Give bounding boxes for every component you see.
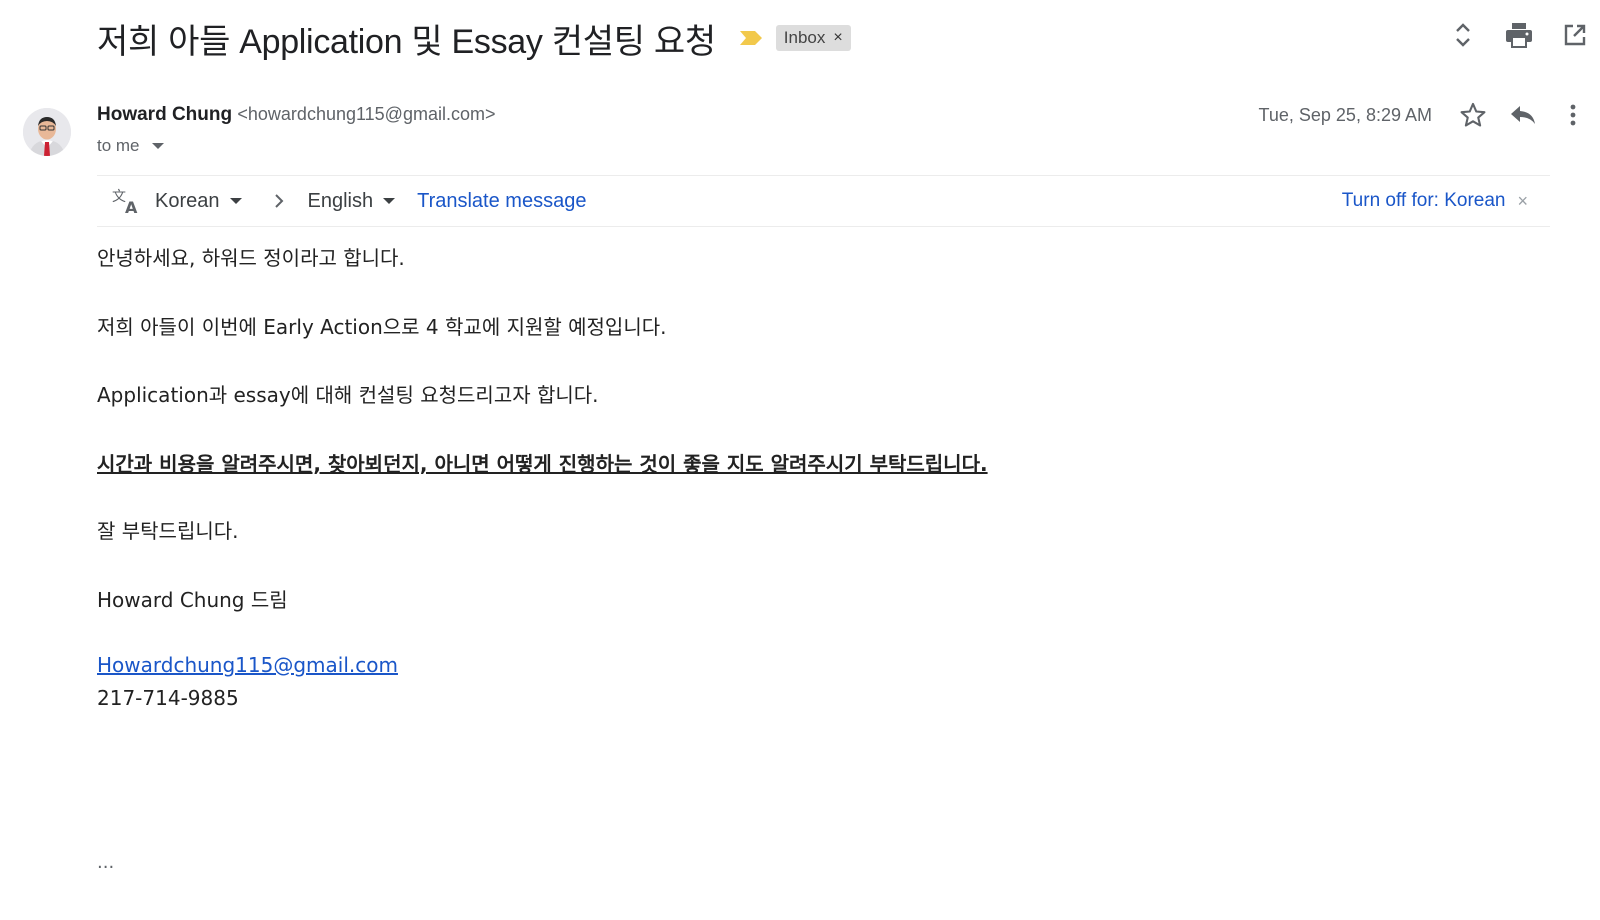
- target-language-caret-icon: [383, 198, 396, 204]
- email-subject: 저희 아들 Application 및 Essay 컨설팅 요청: [97, 22, 716, 61]
- sender-name[interactable]: Howard Chung: [97, 104, 232, 125]
- svg-text:文: 文: [112, 189, 126, 205]
- star-icon[interactable]: [1456, 98, 1490, 132]
- target-language-select[interactable]: English: [308, 190, 396, 213]
- remove-label-button[interactable]: ×: [833, 29, 842, 47]
- expand-collapse-icon[interactable]: [1446, 18, 1480, 52]
- turn-off-link[interactable]: Turn off for: Korean: [1342, 190, 1506, 212]
- body-line-request: Application과 essay에 대해 컨설팅 요청드리고자 합니다.: [97, 383, 599, 407]
- top-toolbar: [1446, 18, 1592, 52]
- body-line-intro: 저희 아들이 이번에 Early Action으로 4 학교에 지원할 예정입니…: [97, 315, 667, 339]
- target-language-label: English: [307, 189, 374, 212]
- reply-icon[interactable]: [1506, 98, 1540, 132]
- translate-bar: 文 A Korean English Translate message Tur…: [97, 175, 1550, 227]
- subject-row: 저희 아들 Application 및 Essay 컨설팅 요청 Inbox ×: [97, 14, 851, 62]
- more-vert-icon[interactable]: [1556, 98, 1590, 132]
- signature-phone: 217-714-9885: [97, 686, 239, 710]
- translate-message-link[interactable]: Translate message: [417, 190, 586, 213]
- print-icon[interactable]: [1502, 18, 1536, 52]
- chevron-right-icon: [272, 192, 286, 210]
- signature-email-link[interactable]: Howardchung115@gmail.com: [97, 653, 398, 677]
- body-line-greeting: 안녕하세요, 하워드 정이라고 합니다.: [97, 246, 405, 270]
- chevron-down-icon[interactable]: [151, 143, 164, 149]
- importance-marker-icon[interactable]: [738, 29, 764, 47]
- recipient-text: to me: [97, 136, 140, 155]
- sender-email: <howardchung115@gmail.com>: [237, 104, 496, 124]
- turn-off-translation: Turn off for: Korean ×: [1342, 176, 1528, 226]
- message-actions: Tue, Sep 25, 8:29 AM: [1259, 98, 1590, 132]
- body-signature: Howard Chung 드림: [97, 588, 288, 612]
- recipient-line[interactable]: to me: [97, 136, 164, 156]
- source-language-caret-icon: [229, 198, 242, 204]
- sender-line: Howard Chung <howardchung115@gmail.com>: [97, 104, 495, 126]
- translate-icon: 文 A: [109, 184, 143, 218]
- close-translate-bar-button[interactable]: ×: [1517, 191, 1528, 212]
- message-date: Tue, Sep 25, 8:29 AM: [1258, 104, 1432, 125]
- inbox-label-text: Inbox: [783, 28, 826, 47]
- body-line-emphasis: 시간과 비용을 알려주시면, 찾아뵈던지, 아니면 어떻게 진행하는 것이 좋을…: [97, 452, 988, 476]
- inbox-label-chip: Inbox ×: [775, 25, 851, 51]
- source-language-select[interactable]: Korean: [155, 190, 242, 213]
- show-trimmed-content-button[interactable]: ...: [97, 852, 114, 873]
- source-language-label: Korean: [155, 189, 220, 212]
- sender-avatar[interactable]: [23, 108, 71, 156]
- svg-text:A: A: [125, 198, 138, 215]
- open-in-new-window-icon[interactable]: [1558, 18, 1592, 52]
- body-line-thanks: 잘 부탁드립니다.: [97, 519, 239, 543]
